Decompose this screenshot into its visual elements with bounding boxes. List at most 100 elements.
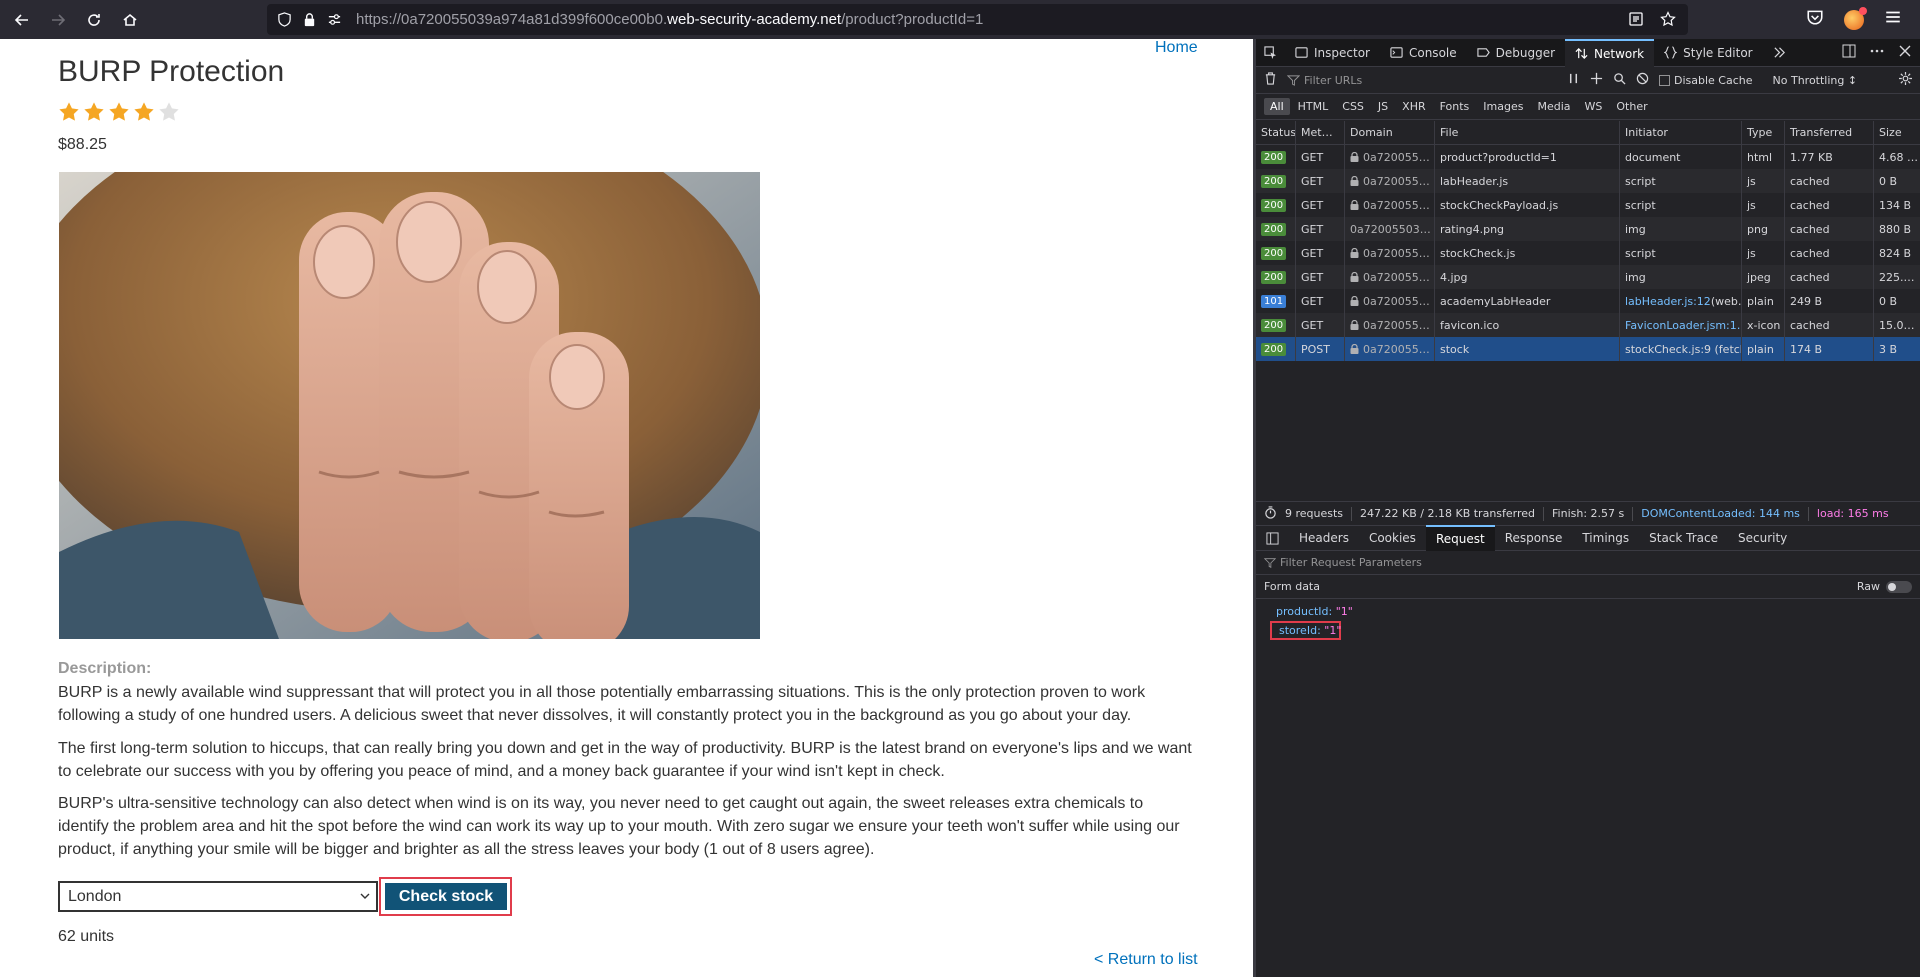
type-cell: plain: [1742, 337, 1785, 361]
type-filter-all[interactable]: All: [1264, 98, 1290, 115]
url-text[interactable]: https://0a720055039a974a81d399f600ce00b0…: [356, 11, 983, 28]
return-to-list-link[interactable]: < Return to list: [1094, 951, 1198, 969]
tab-inspector[interactable]: Inspector: [1285, 39, 1380, 67]
url-bar[interactable]: https://0a720055039a974a81d399f600ce00b0…: [267, 4, 1688, 35]
toggle-sidebar-icon[interactable]: [1256, 525, 1289, 551]
permissions-icon[interactable]: [327, 12, 342, 27]
element-picker-icon[interactable]: [1256, 39, 1285, 67]
close-icon[interactable]: [1898, 44, 1912, 61]
status-cell: 101: [1256, 289, 1296, 313]
more-options-icon[interactable]: [1870, 44, 1884, 61]
param-product-id[interactable]: productId: "1": [1276, 605, 1353, 618]
menu-icon[interactable]: [1884, 8, 1902, 31]
more-tabs-icon[interactable]: [1763, 39, 1796, 67]
method-cell: GET: [1296, 193, 1345, 217]
throttling-select[interactable]: No Throttling ↕: [1773, 74, 1858, 87]
detail-tab-security[interactable]: Security: [1728, 525, 1797, 551]
detail-tab-response[interactable]: Response: [1495, 525, 1573, 551]
tab-style-editor[interactable]: Style Editor: [1654, 39, 1762, 67]
column-header[interactable]: Status: [1256, 120, 1296, 145]
column-header[interactable]: Transferred: [1785, 120, 1874, 145]
store-select-value: London: [68, 887, 122, 905]
store-select[interactable]: London: [58, 881, 378, 912]
method-cell: GET: [1296, 265, 1345, 289]
toggle-switch[interactable]: [1886, 580, 1912, 593]
type-filter-css[interactable]: CSS: [1336, 98, 1370, 115]
file-cell: academyLabHeader: [1435, 289, 1620, 313]
table-row[interactable]: 200 GET 0a720055… product?productId=1 docume…: [1256, 145, 1920, 169]
back-icon[interactable]: [4, 2, 40, 38]
detail-tab-stack-trace[interactable]: Stack Trace: [1639, 525, 1728, 551]
column-header[interactable]: Domain: [1345, 120, 1435, 145]
star-filled-icon: [84, 102, 104, 121]
account-avatar-icon[interactable]: [1844, 6, 1867, 30]
block-icon[interactable]: [1636, 72, 1649, 88]
reader-mode-icon[interactable]: [1628, 11, 1644, 32]
pocket-icon[interactable]: [1806, 8, 1824, 31]
plus-icon[interactable]: [1590, 72, 1603, 88]
table-row[interactable]: 200 GET 0a72005503… rating4.png img png cached…: [1256, 217, 1920, 241]
size-cell: 225.…: [1879, 270, 1915, 284]
lock-icon[interactable]: [302, 12, 317, 27]
table-row[interactable]: 101 GET 0a720055… academyLabHeader labHeader…: [1256, 289, 1920, 313]
transferred-cell: cached: [1785, 241, 1874, 265]
detail-tabbar: Headers Cookies Request Response Timings Stac…: [1256, 525, 1920, 551]
search-icon[interactable]: [1613, 72, 1626, 88]
form-data-header: Form data Raw: [1256, 575, 1920, 599]
tab-debugger[interactable]: Debugger: [1467, 39, 1565, 67]
column-header[interactable]: File: [1435, 120, 1620, 145]
method-cell: POST: [1296, 337, 1345, 361]
disable-cache-checkbox[interactable]: Disable Cache: [1659, 74, 1753, 87]
raw-toggle[interactable]: Raw: [1857, 580, 1920, 593]
table-row[interactable]: 200 GET 0a720055… stockCheck.js script js cach…: [1256, 241, 1920, 265]
tab-network[interactable]: Network: [1565, 38, 1655, 67]
type-filter-other[interactable]: Other: [1610, 98, 1653, 115]
type-filter-ws[interactable]: WS: [1579, 98, 1609, 115]
filter-urls-input[interactable]: Filter URLs: [1287, 74, 1557, 87]
shield-icon[interactable]: [277, 12, 292, 27]
domain-cell: 0a720055…: [1345, 337, 1435, 361]
description-paragraph: BURP's ultra-sensitive technology can al…: [58, 795, 1180, 858]
check-stock-button[interactable]: Check stock: [385, 883, 507, 910]
type-filter-media[interactable]: Media: [1531, 98, 1576, 115]
domain-cell: 0a720055…: [1345, 289, 1435, 313]
detail-tab-headers[interactable]: Headers: [1289, 525, 1359, 551]
home-link[interactable]: Home: [1155, 39, 1198, 57]
type-filter-js[interactable]: JS: [1372, 98, 1394, 115]
type-filter-fonts[interactable]: Fonts: [1434, 98, 1476, 115]
file-cell: stock: [1435, 337, 1620, 361]
column-header[interactable]: Initiator: [1620, 120, 1742, 145]
forward-icon[interactable]: [40, 2, 76, 38]
column-header[interactable]: Size: [1874, 121, 1920, 145]
table-row[interactable]: 200 GET 0a720055… favicon.ico FaviconLoader.…: [1256, 313, 1920, 337]
trash-icon[interactable]: [1264, 72, 1277, 88]
detail-tab-cookies[interactable]: Cookies: [1359, 525, 1426, 551]
dock-side-icon[interactable]: [1842, 44, 1856, 61]
detail-tab-request[interactable]: Request: [1425, 525, 1495, 551]
tab-console[interactable]: Console: [1380, 39, 1467, 67]
param-store-id[interactable]: storeId: "1": [1279, 624, 1341, 637]
column-header[interactable]: Met…: [1296, 120, 1345, 145]
table-row[interactable]: 200 POST 0a720055… stock stockCheck.js:9 (fe…: [1256, 337, 1920, 361]
detail-tab-timings[interactable]: Timings: [1572, 525, 1639, 551]
table-row[interactable]: 200 GET 0a720055… stockCheckPayload.js scrip…: [1256, 193, 1920, 217]
file-cell: stockCheck.js: [1435, 241, 1620, 265]
filter-request-params-input[interactable]: Filter Request Parameters: [1256, 551, 1920, 575]
type-filter-images[interactable]: Images: [1477, 98, 1529, 115]
column-header[interactable]: Type: [1742, 120, 1785, 145]
type-filter-html[interactable]: HTML: [1292, 98, 1335, 115]
reload-icon[interactable]: [76, 2, 112, 38]
product-title: BURP Protection: [58, 55, 285, 88]
method-cell: GET: [1296, 289, 1345, 313]
pause-icon[interactable]: [1567, 72, 1580, 88]
type-filter-xhr[interactable]: XHR: [1396, 98, 1431, 115]
bookmark-star-icon[interactable]: [1660, 11, 1676, 32]
domain-cell: 0a72005503…: [1345, 217, 1435, 241]
home-icon[interactable]: [112, 2, 148, 38]
type-cell: x-icon: [1742, 313, 1785, 337]
inspector-icon: [1295, 47, 1308, 58]
table-row[interactable]: 200 GET 0a720055… labHeader.js script js cache…: [1256, 169, 1920, 193]
table-row[interactable]: 200 GET 0a720055… 4.jpg img jpeg cached 225.…: [1256, 265, 1920, 289]
settings-gear-icon[interactable]: [1899, 72, 1920, 88]
file-cell: 4.jpg: [1435, 265, 1620, 289]
